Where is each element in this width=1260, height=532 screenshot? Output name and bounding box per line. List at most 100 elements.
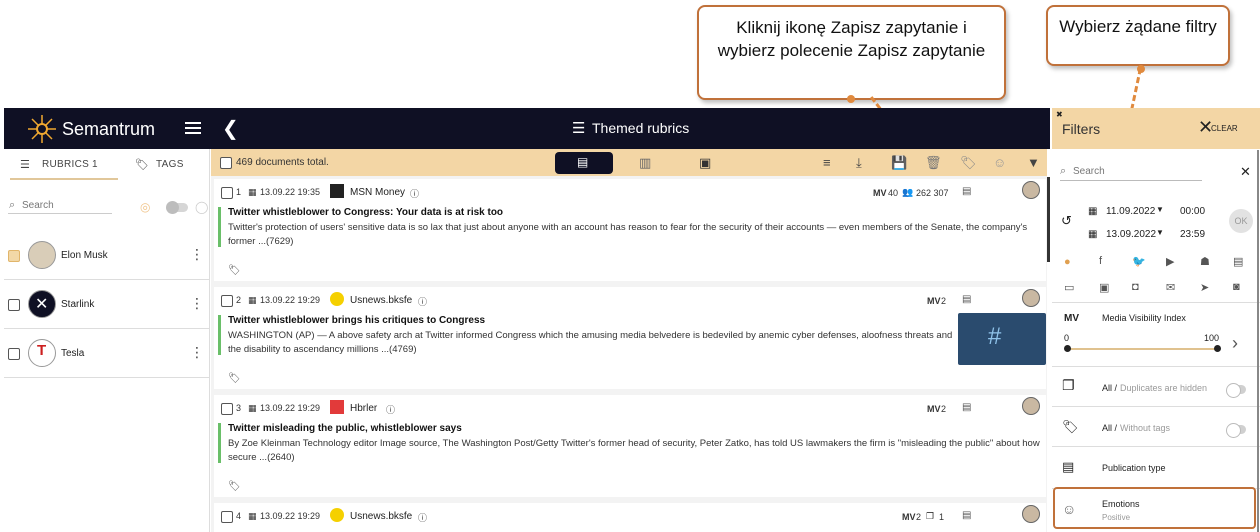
article-source[interactable]: MSN Money xyxy=(350,187,405,198)
more-icon[interactable]: ⋮ xyxy=(190,295,204,312)
time-to[interactable]: 23:59 xyxy=(1180,229,1205,240)
document-link-icon[interactable]: ▤ xyxy=(962,186,971,197)
facebook-icon[interactable]: f xyxy=(1099,255,1102,267)
filters-search-input[interactable]: ⌕ Search xyxy=(1060,165,1202,181)
time-from[interactable]: 00:00 xyxy=(1180,206,1205,217)
chat-icon[interactable]: ✉ xyxy=(1166,281,1175,294)
article-checkbox[interactable] xyxy=(221,511,233,523)
back-chevron-icon[interactable]: ❮ xyxy=(222,116,239,141)
info-icon[interactable]: ⓘ xyxy=(386,403,395,416)
more-icon[interactable]: ⋮ xyxy=(190,246,204,263)
video-icon[interactable]: ▣ xyxy=(1099,281,1109,294)
info-icon[interactable]: ⓘ xyxy=(418,295,427,308)
rubric-row[interactable]: Elon Musk ⋮ xyxy=(4,231,210,280)
tag-icon[interactable]: 🏷 xyxy=(228,481,241,492)
filter-circles-icon[interactable]: ◎ xyxy=(140,200,150,214)
radio-icon[interactable]: ◘ xyxy=(1132,281,1139,293)
mv-slider-max-handle[interactable] xyxy=(1214,345,1221,352)
article-title[interactable]: Twitter whistleblower to Congress: Your … xyxy=(228,207,503,218)
instagram-icon[interactable]: ◙ xyxy=(1233,281,1240,293)
article-datetime: 13.09.22 19:29 xyxy=(260,295,321,305)
documents-toolbar: 469 documents total. ▤ ▥ ▣ ≡ ⤓ 💾 🗑 🏷 ☺ ▼ xyxy=(211,149,1047,176)
forum-icon[interactable]: ▭ xyxy=(1064,281,1074,294)
person-icon[interactable]: ☗ xyxy=(1200,255,1210,268)
save-query-icon[interactable]: 💾 xyxy=(891,155,907,171)
news-icon[interactable]: ▤ xyxy=(1233,255,1243,268)
rubric-row[interactable]: T Tesla ⋮ xyxy=(4,329,210,378)
article-source[interactable]: Usnews.bksfe xyxy=(350,511,412,522)
filters-header: ✖ Filters ✕ CLEAR xyxy=(1052,108,1260,149)
document-link-icon[interactable]: ▤ xyxy=(962,402,971,413)
chart-view-icon[interactable]: ▥ xyxy=(639,155,651,171)
publication-type-filter[interactable]: ▤ Publication type xyxy=(1052,446,1260,486)
article-source[interactable]: Hbrler xyxy=(350,403,377,414)
author-avatar xyxy=(1022,397,1040,415)
youtube-icon[interactable]: ▶ xyxy=(1166,255,1174,268)
text-lines-icon[interactable]: ≡ xyxy=(823,155,831,170)
logo-icon xyxy=(28,115,56,143)
select-all-checkbox[interactable] xyxy=(220,157,232,169)
tag-icon[interactable]: 🏷 xyxy=(960,155,977,171)
article-checkbox[interactable] xyxy=(221,295,233,307)
delete-icon[interactable]: 🗑 xyxy=(925,155,942,171)
history-icon[interactable]: ↺ xyxy=(1061,213,1072,229)
close-search-icon[interactable]: ✕ xyxy=(1240,164,1251,180)
search-input[interactable]: ⌕ Search xyxy=(8,199,112,214)
article-card[interactable]: 2 ▦ 13.09.22 19:29 Usnews.bksfe ⓘ MV 2 ▤… xyxy=(214,287,1046,389)
info-icon[interactable]: ⓘ xyxy=(410,187,419,200)
dropdown-arrow-icon[interactable]: ▼ xyxy=(1156,205,1164,214)
document-link-icon[interactable]: ▤ xyxy=(962,294,971,305)
telegram-icon[interactable]: ➤ xyxy=(1200,281,1209,294)
emotion-icon[interactable]: ☺ xyxy=(993,155,1006,170)
documents-scrollbar[interactable] xyxy=(1047,177,1050,262)
view-documents-button[interactable]: ▤ xyxy=(555,152,613,174)
tags-toggle[interactable] xyxy=(1226,423,1246,438)
emotions-highlight xyxy=(1053,487,1256,529)
dropdown-arrow-icon[interactable]: ▼ xyxy=(1156,228,1164,237)
download-icon[interactable]: ⤓ xyxy=(856,155,862,171)
article-checkbox[interactable] xyxy=(221,187,233,199)
publication-type-label: Publication type xyxy=(1102,463,1166,473)
article-thumbnail[interactable]: # xyxy=(958,313,1046,365)
more-icon[interactable]: ⋮ xyxy=(190,344,204,361)
duplicates-icon: ❐ xyxy=(1062,377,1075,393)
filter-icon[interactable]: ▼ xyxy=(1027,155,1040,170)
article-card[interactable]: 4 ▦ 13.09.22 19:29 Usnews.bksfe ⓘ MV 2 ❐… xyxy=(214,503,1046,532)
article-checkbox[interactable] xyxy=(221,403,233,415)
image-view-icon[interactable]: ▣ xyxy=(699,155,711,171)
article-card[interactable]: 3 ▦ 13.09.22 19:29 Hbrler ⓘ MV 2 ▤ Twitt… xyxy=(214,395,1046,497)
tag-icon[interactable]: 🏷 xyxy=(228,265,241,276)
mv-slider-min-handle[interactable] xyxy=(1064,345,1071,352)
duplicates-toggle[interactable] xyxy=(1226,383,1246,398)
rubric-checkbox[interactable] xyxy=(8,250,20,262)
toggle-switch[interactable] xyxy=(166,201,188,214)
article-number: 2 xyxy=(236,295,242,305)
rubric-checkbox[interactable] xyxy=(8,348,20,360)
article-card[interactable]: 1 ▦ 13.09.22 19:35 MSN Money ⓘ MV 40 👥 2… xyxy=(214,179,1046,281)
article-source[interactable]: Usnews.bksfe xyxy=(350,295,412,306)
rubric-row[interactable]: ✕ Starlink ⋮ xyxy=(4,280,210,329)
tab-rubrics[interactable]: RUBRICS xyxy=(42,159,89,170)
info-icon[interactable]: ⓘ xyxy=(418,511,427,524)
menu-icon[interactable] xyxy=(185,122,201,134)
filters-scrollbar[interactable] xyxy=(1257,150,1259,532)
date-to[interactable]: 13.09.2022 xyxy=(1106,229,1156,240)
pin-icon[interactable]: ✖ xyxy=(1056,110,1063,119)
tag-icon[interactable]: 🏷 xyxy=(228,373,241,384)
expand-chevron-icon[interactable]: › xyxy=(1232,333,1238,354)
web-icon[interactable]: ● xyxy=(1064,256,1071,268)
ok-button[interactable]: OK xyxy=(1229,209,1253,233)
duplicates-sub: Duplicates are hidden xyxy=(1120,383,1208,393)
clear-button[interactable]: CLEAR xyxy=(1211,124,1238,133)
tab-tags[interactable]: TAGS xyxy=(156,159,184,170)
author-avatar xyxy=(1022,289,1040,307)
document-link-icon[interactable]: ▤ xyxy=(962,510,971,521)
source-logo-icon xyxy=(330,292,344,306)
date-from[interactable]: 11.09.2022 xyxy=(1106,206,1155,217)
article-title[interactable]: Twitter misleading the public, whistlebl… xyxy=(228,423,462,434)
rubric-checkbox[interactable] xyxy=(8,299,20,311)
twitter-icon[interactable]: 🐦 xyxy=(1132,255,1146,268)
duplicates-filter: ❐ All / Duplicates are hidden xyxy=(1052,366,1260,406)
mv-slider-track[interactable] xyxy=(1066,348,1218,350)
article-title[interactable]: Twitter whistleblower brings his critiqu… xyxy=(228,315,485,326)
